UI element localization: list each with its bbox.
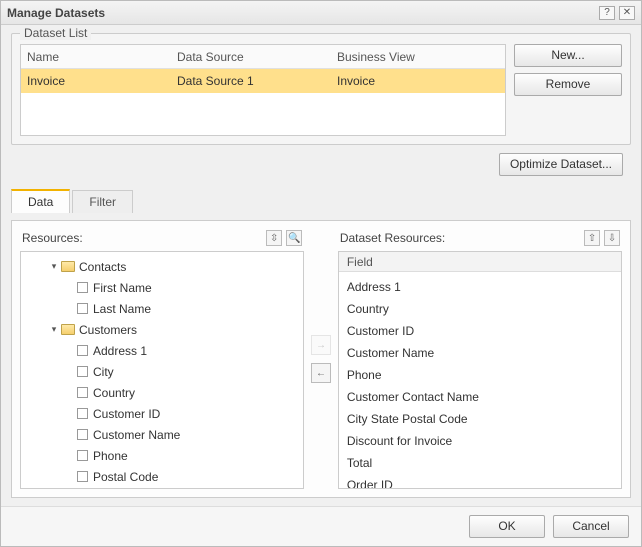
cancel-button[interactable]: Cancel	[553, 515, 629, 538]
tree-leaf[interactable]: Phone	[21, 445, 303, 466]
manage-datasets-dialog: Manage Datasets ? ✕ Dataset List Name Da…	[0, 0, 642, 547]
help-button[interactable]: ?	[599, 6, 615, 20]
col-business-view: Business View	[337, 50, 499, 64]
tab-data[interactable]: Data	[11, 189, 70, 213]
move-up-icon[interactable]: ⇧	[584, 230, 600, 246]
ok-button[interactable]: OK	[469, 515, 545, 538]
dataset-table[interactable]: Name Data Source Business View Invoice D…	[20, 44, 506, 136]
checkbox[interactable]	[77, 387, 88, 398]
resources-label: Resources:	[22, 231, 83, 245]
resources-pane: Resources: ⇳ 🔍 ▾ Contacts First Name Last N…	[20, 229, 304, 489]
expand-collapse-icon[interactable]: ⇳	[266, 230, 282, 246]
tree-item-label: First Name	[93, 281, 152, 295]
tree-item-label: Contacts	[79, 260, 126, 274]
dataset-resources-header: Field	[339, 252, 621, 272]
remove-button[interactable]: Remove	[514, 73, 622, 96]
tree-item-label: Postal Code	[93, 470, 158, 484]
optimize-dataset-button[interactable]: Optimize Dataset...	[499, 153, 623, 176]
dataset-table-header: Name Data Source Business View	[21, 45, 505, 69]
checkbox[interactable]	[77, 408, 88, 419]
new-button[interactable]: New...	[514, 44, 622, 67]
checkbox[interactable]	[77, 450, 88, 461]
tree-item-label: Customers	[79, 323, 137, 337]
table-row[interactable]: Invoice Data Source 1 Invoice	[21, 69, 505, 93]
tab-filter[interactable]: Filter	[72, 190, 133, 213]
list-item[interactable]: Customer Name	[339, 342, 621, 364]
remove-from-dataset-icon[interactable]: ←	[311, 363, 331, 383]
tree-item-label: Phone	[93, 449, 128, 463]
tree-folder[interactable]: ▾ Contacts	[21, 256, 303, 277]
tree-leaf[interactable]: Customer Name	[21, 424, 303, 445]
dataset-resources-pane: Dataset Resources: ⇧ ⇩ Field Address 1Co…	[338, 229, 622, 489]
dataset-list-legend: Dataset List	[20, 26, 91, 40]
optimize-row: Optimize Dataset...	[11, 153, 631, 176]
folder-icon	[61, 261, 75, 272]
col-data-source: Data Source	[177, 50, 337, 64]
disclosure-triangle-icon[interactable]: ▾	[49, 261, 59, 272]
tree-item-label: Country	[93, 386, 135, 400]
folder-icon	[61, 324, 75, 335]
dataset-list-group: Dataset List Name Data Source Business V…	[11, 33, 631, 145]
col-name: Name	[27, 50, 177, 64]
tree-leaf[interactable]: Last Name	[21, 298, 303, 319]
search-icon[interactable]: 🔍	[286, 230, 302, 246]
checkbox[interactable]	[77, 345, 88, 356]
tree-leaf[interactable]: Country	[21, 382, 303, 403]
transfer-buttons: → ←	[310, 229, 332, 489]
list-item[interactable]: Phone	[339, 364, 621, 386]
checkbox[interactable]	[77, 429, 88, 440]
checkbox[interactable]	[77, 366, 88, 377]
checkbox[interactable]	[77, 471, 88, 482]
tree-item-label: City	[93, 365, 114, 379]
tree-leaf[interactable]: Customer ID	[21, 403, 303, 424]
list-item[interactable]: Discount for Invoice	[339, 430, 621, 452]
tree-item-label: Address 1	[93, 344, 147, 358]
tab-panel-data: Resources: ⇳ 🔍 ▾ Contacts First Name Last N…	[11, 220, 631, 498]
close-button[interactable]: ✕	[619, 6, 635, 20]
move-down-icon[interactable]: ⇩	[604, 230, 620, 246]
tree-leaf[interactable]: Address 1	[21, 340, 303, 361]
disclosure-triangle-icon[interactable]: ▾	[49, 324, 59, 335]
add-to-dataset-icon[interactable]: →	[311, 335, 331, 355]
tree-item-label: Last Name	[93, 302, 151, 316]
list-item[interactable]: City State Postal Code	[339, 408, 621, 430]
checkbox[interactable]	[77, 303, 88, 314]
checkbox[interactable]	[77, 282, 88, 293]
cell-data-source: Data Source 1	[177, 74, 337, 88]
list-item[interactable]: Customer ID	[339, 320, 621, 342]
dialog-content: Dataset List Name Data Source Business V…	[1, 25, 641, 506]
tree-leaf[interactable]: First Name	[21, 277, 303, 298]
resources-tree[interactable]: ▾ Contacts First Name Last Name ▾ Customers Ad…	[20, 251, 304, 489]
list-item[interactable]: Total	[339, 452, 621, 474]
dialog-footer: OK Cancel	[1, 506, 641, 546]
cell-name: Invoice	[27, 74, 177, 88]
dialog-title: Manage Datasets	[7, 6, 595, 20]
tree-folder[interactable]: ▾ Customers	[21, 319, 303, 340]
list-item[interactable]: Order ID	[339, 474, 621, 489]
tree-leaf[interactable]: City	[21, 361, 303, 382]
list-item[interactable]: Customer Contact Name	[339, 386, 621, 408]
list-item[interactable]: Country	[339, 298, 621, 320]
dataset-resources-label: Dataset Resources:	[340, 231, 445, 245]
cell-business-view: Invoice	[337, 74, 499, 88]
tabs: Data Filter	[11, 188, 631, 212]
titlebar: Manage Datasets ? ✕	[1, 1, 641, 25]
dataset-resources-list[interactable]: Field Address 1CountryCustomer IDCustome…	[338, 251, 622, 489]
tree-leaf[interactable]: Postal Code	[21, 466, 303, 487]
list-item[interactable]: Address 1	[339, 276, 621, 298]
tree-item-label: Customer ID	[93, 407, 160, 421]
dataset-buttons: New... Remove	[514, 44, 622, 96]
tree-item-label: Customer Name	[93, 428, 180, 442]
